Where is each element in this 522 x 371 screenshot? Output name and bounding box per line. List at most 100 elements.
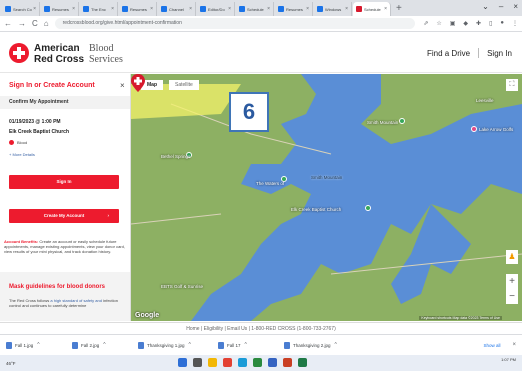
- tab-title: The Enc: [91, 6, 106, 12]
- menu-icon[interactable]: ⋮: [512, 20, 518, 27]
- browser-tab[interactable]: Windows ×: [314, 2, 352, 16]
- extension-icon[interactable]: ◆: [463, 20, 468, 27]
- app-icon[interactable]: [223, 358, 232, 367]
- panel-subtitle: Confirm My Appointment: [0, 96, 130, 109]
- more-details-link[interactable]: + More Details: [9, 152, 35, 157]
- system-tray-clock[interactable]: 1:07 PM: [501, 357, 516, 363]
- minimize-icon[interactable]: –: [499, 2, 503, 11]
- chevron-up-icon[interactable]: ^: [245, 342, 247, 348]
- red-cross-logo-icon[interactable]: [9, 43, 29, 63]
- start-icon[interactable]: [178, 358, 187, 367]
- download-item[interactable]: Thanksgiving 2.jpg ^: [284, 341, 364, 349]
- excel-icon[interactable]: [298, 358, 307, 367]
- search-icon[interactable]: [193, 358, 202, 367]
- chrome-browser-icon[interactable]: [253, 358, 262, 367]
- screen: Search Co × Resumes × The Enc × Resumes × Ch…: [0, 0, 522, 371]
- word-icon[interactable]: [268, 358, 277, 367]
- url-field[interactable]: redcrossblood.org/give.html/appointment-…: [54, 18, 415, 29]
- download-item[interactable]: Fall 17 ^: [218, 341, 284, 349]
- chevron-up-icon[interactable]: ^: [189, 342, 191, 348]
- street-view-pegman-icon[interactable]: ♟: [506, 250, 518, 264]
- fullscreen-icon[interactable]: ⛶: [506, 79, 518, 91]
- profile-icon[interactable]: ●: [500, 20, 504, 27]
- appointment-date: 01/19/2023 @ 1:00 PM: [9, 119, 61, 125]
- weather-widget[interactable]: 46°F: [6, 361, 16, 366]
- tab-favicon-icon: [317, 6, 323, 12]
- file-explorer-icon[interactable]: [208, 358, 217, 367]
- map-label: EBTS Golf & Sunrise: [161, 284, 204, 289]
- download-item[interactable]: Fall 1.jpg ^: [6, 341, 72, 349]
- browser-tab-active[interactable]: Schedule ×: [353, 2, 391, 16]
- edge-browser-icon[interactable]: [238, 358, 247, 367]
- browser-tab[interactable]: The Enc ×: [80, 2, 118, 16]
- bookmark-star-icon[interactable]: ☆: [436, 20, 441, 27]
- site-footer-links[interactable]: Home | Eligibility | Email Us | 1-800-RE…: [0, 322, 522, 334]
- header-nav: Find a Drive Sign In: [427, 48, 512, 58]
- home-icon[interactable]: ⌂: [44, 19, 49, 28]
- powerpoint-icon[interactable]: [283, 358, 292, 367]
- tab-title: Resumes: [286, 6, 303, 12]
- find-a-drive-link[interactable]: Find a Drive: [427, 49, 470, 58]
- chevron-up-icon[interactable]: ^: [37, 342, 39, 348]
- browser-tab[interactable]: Editor/Do ×: [197, 2, 235, 16]
- tab-favicon-icon: [44, 6, 50, 12]
- reload-icon[interactable]: C: [32, 19, 38, 28]
- create-account-button[interactable]: Create My Account ›: [9, 209, 119, 223]
- appointment-panel: Sign In or Create Account × Confirm My A…: [0, 74, 131, 321]
- browser-tab[interactable]: Resumes ×: [119, 2, 157, 16]
- extension-icon[interactable]: ▣: [450, 20, 456, 27]
- puzzle-icon[interactable]: ✚: [476, 20, 481, 27]
- close-tab-icon[interactable]: ×: [33, 6, 36, 12]
- show-all-downloads-link[interactable]: Show all: [483, 343, 500, 348]
- satellite-view-toggle[interactable]: Satellite: [169, 80, 199, 90]
- browser-tab[interactable]: Channel ×: [158, 2, 196, 16]
- tab-favicon-icon: [83, 6, 89, 12]
- close-tab-icon[interactable]: ×: [384, 6, 387, 12]
- zoom-out-button[interactable]: −: [506, 289, 518, 304]
- new-tab-button[interactable]: +: [396, 2, 402, 16]
- map-label: Lake Arrow Golfs: [479, 127, 514, 132]
- sign-in-link[interactable]: Sign In: [487, 49, 512, 58]
- tab-search-icon[interactable]: ⌄: [482, 2, 489, 11]
- image-file-icon: [6, 341, 12, 349]
- close-icon[interactable]: ×: [512, 342, 516, 348]
- sidebar-icon[interactable]: ▯: [489, 20, 492, 27]
- mask-guidelines-text: The Red Cross follows a high standard of…: [9, 298, 125, 308]
- map-poi-icon[interactable]: [365, 205, 371, 211]
- chevron-up-icon[interactable]: ^: [103, 342, 105, 348]
- tab-title: Windows: [325, 6, 342, 12]
- zoom-in-button[interactable]: +: [506, 274, 518, 289]
- map-view[interactable]: Map Satellite 6 ⛶ Leesville Smith Mounta…: [131, 74, 522, 321]
- tab-title: Resumes: [52, 6, 69, 12]
- map-poi-icon[interactable]: [471, 126, 477, 132]
- browser-tab[interactable]: Resumes ×: [275, 2, 313, 16]
- logo-text-line2: Red Cross: [34, 54, 85, 65]
- close-tab-icon[interactable]: ×: [228, 6, 231, 12]
- download-item[interactable]: Fall 2.jpg ^: [72, 341, 138, 349]
- chevron-up-icon[interactable]: ^: [335, 342, 337, 348]
- taskbar-apps: [178, 358, 307, 367]
- map-attribution[interactable]: Keyboard shortcuts Map data ©2023 Terms …: [419, 316, 502, 320]
- forward-icon[interactable]: →: [18, 19, 26, 28]
- close-tab-icon[interactable]: ×: [345, 6, 348, 12]
- close-tab-icon[interactable]: ×: [306, 6, 309, 12]
- download-item[interactable]: Thanksgiving 1.jpg ^: [138, 341, 218, 349]
- close-tab-icon[interactable]: ×: [267, 6, 270, 12]
- close-tab-icon[interactable]: ×: [111, 6, 114, 12]
- close-tab-icon[interactable]: ×: [189, 6, 192, 12]
- close-tab-icon[interactable]: ×: [72, 6, 75, 12]
- back-icon[interactable]: ←: [4, 19, 12, 28]
- close-window-icon[interactable]: ×: [513, 2, 518, 11]
- download-filename: Thanksgiving 2.jpg: [293, 342, 331, 348]
- address-bar-row: ← → C ⌂ redcrossblood.org/give.html/appo…: [0, 16, 522, 32]
- google-logo: Google: [135, 312, 160, 319]
- location-pin-icon[interactable]: [131, 74, 145, 92]
- sign-in-button[interactable]: Sign In: [9, 175, 119, 189]
- share-icon[interactable]: ⇗: [423, 20, 428, 27]
- browser-tab[interactable]: Schedule ×: [236, 2, 274, 16]
- browser-tab[interactable]: Resumes ×: [41, 2, 79, 16]
- map-poi-icon[interactable]: [399, 118, 405, 124]
- close-icon[interactable]: ×: [120, 81, 125, 90]
- browser-tab[interactable]: Search Co ×: [2, 2, 40, 16]
- close-tab-icon[interactable]: ×: [150, 6, 153, 12]
